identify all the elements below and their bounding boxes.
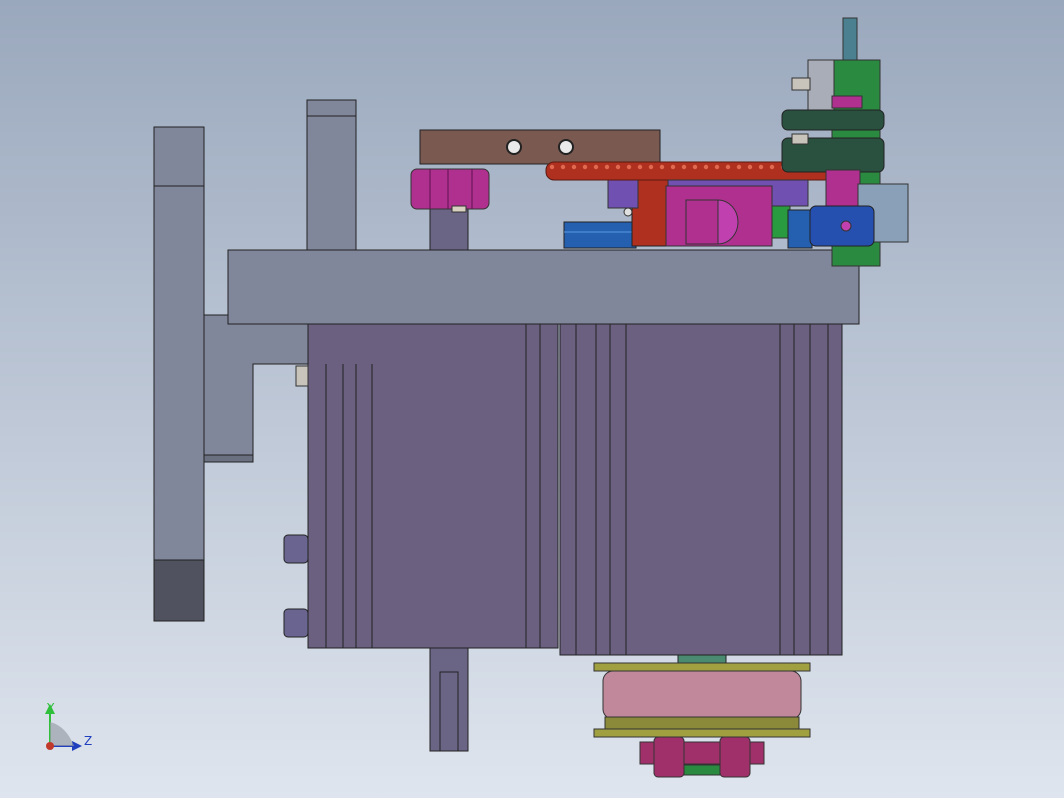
bracket-hole-right — [558, 139, 574, 155]
chain-link — [703, 164, 709, 170]
chain-link — [758, 164, 764, 170]
magenta-collar — [831, 95, 863, 109]
left-motor-body — [307, 323, 559, 649]
chain-link — [604, 164, 610, 170]
knob-washer — [451, 205, 467, 213]
tall-post — [306, 99, 357, 251]
grey-side-block — [807, 59, 835, 111]
chain-link — [615, 164, 621, 170]
bracket-hole-left — [506, 139, 522, 155]
chain-link — [626, 164, 632, 170]
pulley-hub-block-right — [719, 736, 751, 778]
purple-cover — [607, 175, 639, 209]
chain-link — [714, 164, 720, 170]
right-motor-body — [559, 323, 843, 656]
chain-link — [692, 164, 698, 170]
pulley-hub-block-left — [653, 736, 685, 778]
chain-link — [571, 164, 577, 170]
triad-origin — [46, 742, 54, 750]
chain-link — [637, 164, 643, 170]
magenta-knob — [410, 168, 490, 210]
chain-link — [670, 164, 676, 170]
dark-green-disc-top — [781, 109, 885, 131]
grey-side-pin — [791, 77, 811, 91]
triad-y-label: Y — [46, 701, 55, 715]
chain-link — [582, 164, 588, 170]
motor-stub-upper — [283, 534, 309, 564]
magenta-shaft — [825, 169, 861, 211]
cad-assembly-side-view[interactable]: Y Z — [0, 0, 1064, 798]
left-vertical-plate — [153, 126, 205, 622]
pulley-body — [602, 670, 802, 720]
brown-bracket-arm — [419, 129, 661, 165]
chain-link — [560, 164, 566, 170]
cover-bolt — [623, 207, 633, 217]
blue-rail-right — [787, 209, 813, 249]
cam-cylinder-body — [685, 199, 719, 245]
pulley-teeth — [604, 716, 800, 730]
pulley-flange-bottom — [593, 728, 811, 738]
left-motor-pin — [295, 365, 309, 387]
chain-link — [769, 164, 775, 170]
vertical-shaft-top — [842, 17, 858, 65]
cad-viewport[interactable]: Y Z — [0, 0, 1064, 798]
chain-link — [549, 164, 555, 170]
pulley-hub-center — [683, 764, 721, 776]
green-tab — [771, 205, 791, 239]
l-bracket-lip — [203, 454, 254, 463]
top-rod — [429, 205, 469, 251]
triad-z-label: Z — [84, 734, 92, 748]
chain-link — [747, 164, 753, 170]
grey-side-pin-lower — [791, 133, 809, 145]
chain-link — [659, 164, 665, 170]
bottom-rod — [429, 647, 469, 752]
blue-rail-left — [563, 221, 637, 249]
motor-stub-lower — [283, 608, 309, 638]
chain-link — [648, 164, 654, 170]
chain-link — [681, 164, 687, 170]
main-horizontal-plate — [227, 249, 860, 325]
left-plate-dark-foot — [153, 559, 205, 622]
chain-link — [725, 164, 731, 170]
pulley-flange-top — [593, 662, 811, 672]
coupling-bolt — [840, 220, 852, 232]
chain-link — [593, 164, 599, 170]
chain-link — [736, 164, 742, 170]
